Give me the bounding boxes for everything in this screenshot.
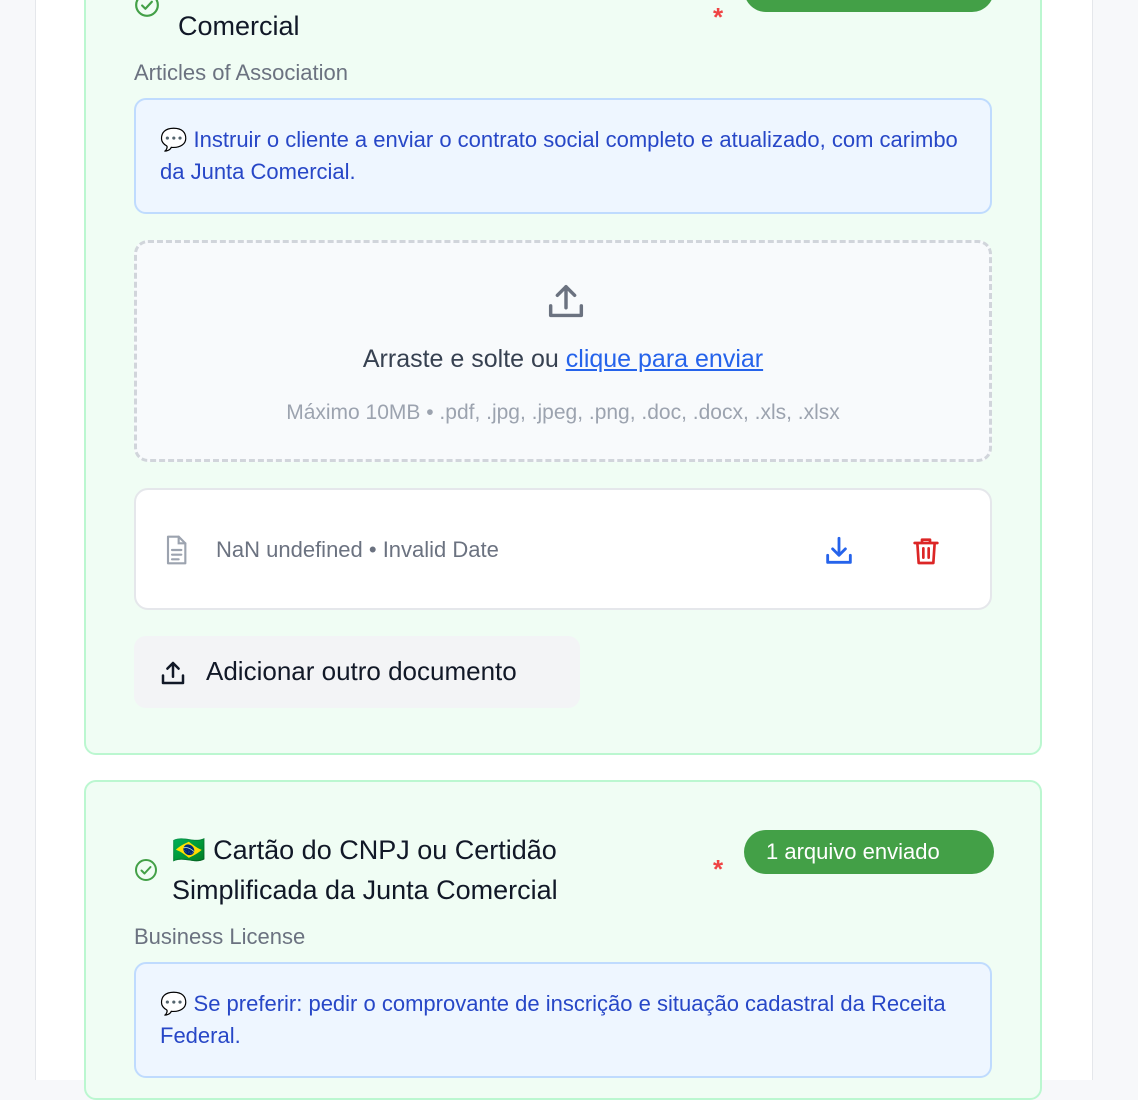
uploaded-file-row: NaN undefined • Invalid Date — [134, 488, 992, 610]
document-title: 🇧🇷 Cartão do CNPJ ou Certidão — [172, 830, 557, 870]
add-another-document-label: Adicionar outro documento — [206, 656, 517, 686]
status-badge — [744, 0, 994, 12]
dropzone-prefix: Arraste e solte ou — [362, 345, 566, 373]
document-subtitle: Business License — [134, 924, 306, 949]
instruction-note: 💬 Se preferir: pedir o comprovante de in… — [134, 962, 992, 1078]
status-badge: 1 arquivo enviado — [744, 830, 994, 874]
download-icon[interactable] — [822, 534, 856, 568]
brazil-flag-icon: 🇧🇷 — [172, 835, 206, 865]
document-card-cnpj: 🇧🇷 Cartão do CNPJ ou Certidão Simplifica… — [84, 780, 1042, 1100]
required-marker: * — [713, 854, 724, 884]
document-title-line2: Simplificada da Junta Comercial — [172, 875, 558, 905]
check-circle-icon — [135, 0, 159, 17]
click-to-upload-link[interactable]: clique para enviar — [566, 345, 763, 373]
speech-bubble-icon: 💬 — [160, 991, 188, 1016]
document-card-articles: Comercial * Articles of Association 💬 In… — [84, 0, 1042, 755]
document-subtitle: Articles of Association — [134, 60, 348, 85]
upload-icon — [161, 661, 185, 685]
upload-dropzone[interactable]: Arraste e solte ou clique para enviar Má… — [134, 240, 992, 462]
check-circle-icon — [135, 859, 157, 881]
file-icon — [166, 535, 187, 565]
upload-constraints: Máximo 10MB • .pdf, .jpg, .jpeg, .png, .… — [286, 401, 840, 424]
trash-icon[interactable] — [910, 534, 942, 568]
instruction-note-text: Instruir o cliente a enviar o contrato s… — [160, 127, 958, 184]
document-title-line1: Cartão do CNPJ ou Certidão — [213, 835, 557, 865]
instruction-note: 💬 Instruir o cliente a enviar o contrato… — [134, 98, 992, 214]
speech-bubble-icon: 💬 — [160, 127, 188, 152]
add-another-document-button[interactable]: Adicionar outro documento — [134, 636, 580, 708]
upload-icon — [548, 284, 584, 318]
dropzone-text: Arraste e solte ou clique para enviar — [137, 345, 989, 374]
document-title: Comercial — [178, 11, 300, 41]
required-marker: * — [713, 2, 724, 32]
instruction-note-text: Se preferir: pedir o comprovante de insc… — [160, 991, 946, 1048]
file-metadata: NaN undefined • Invalid Date — [216, 537, 499, 562]
